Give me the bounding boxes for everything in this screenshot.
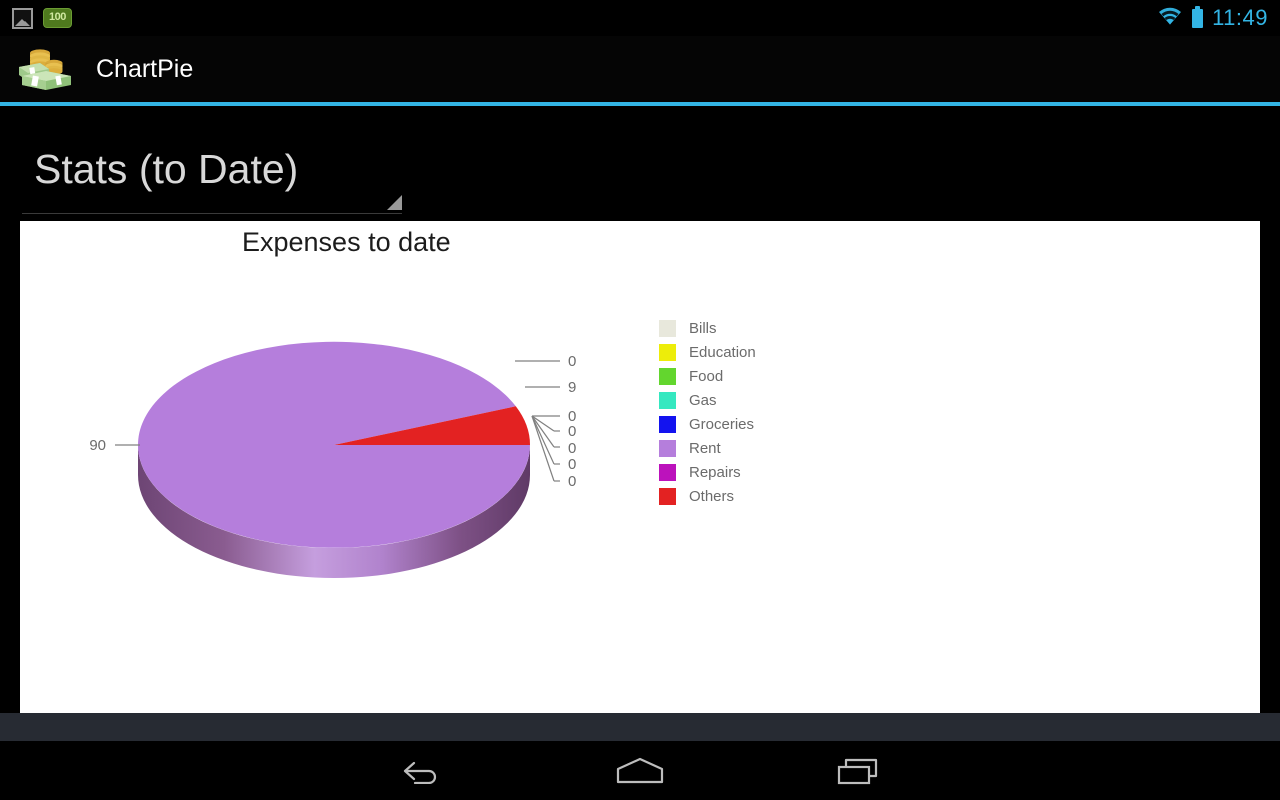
chart-legend: Bills Education Food Gas Groceries Rent [659, 316, 756, 508]
home-button[interactable] [565, 741, 715, 800]
battery-percent-badge: 100 [43, 8, 72, 28]
action-bar: ChartPie [0, 36, 1280, 102]
pie-label-zero-4: 0 [568, 456, 576, 473]
content-bottom-spacer [0, 713, 1280, 741]
legend-swatch-others [659, 487, 676, 505]
pie-label-others: 9 [568, 379, 576, 396]
status-bar-left: 100 [12, 7, 72, 29]
pie-label-zero-2: 0 [568, 423, 576, 440]
battery-icon [1192, 5, 1204, 28]
recents-button[interactable] [783, 741, 933, 800]
status-bar: 100 11:49 [0, 0, 1280, 36]
spinner-selected-value: Stats (to Date) [34, 146, 299, 192]
legend-item-food[interactable]: Food [659, 364, 756, 388]
legend-label-rent: Rent [689, 439, 721, 457]
pie-label-zero-3: 0 [568, 440, 576, 457]
app-title: ChartPie [96, 54, 194, 83]
legend-swatch-education [659, 343, 676, 361]
legend-swatch-gas [659, 391, 676, 409]
legend-swatch-bills [659, 319, 676, 337]
wifi-icon [1157, 6, 1183, 30]
accent-divider [0, 102, 1280, 106]
legend-swatch-groceries [659, 415, 676, 433]
legend-item-bills[interactable]: Bills [659, 316, 756, 340]
status-bar-right: 11:49 [1157, 5, 1268, 31]
legend-item-others[interactable]: Others [659, 484, 756, 508]
legend-label-others: Others [689, 487, 735, 505]
legend-swatch-rent [659, 439, 676, 457]
legend-item-education[interactable]: Education [659, 340, 756, 364]
legend-item-groceries[interactable]: Groceries [659, 412, 756, 436]
legend-label-education: Education [689, 343, 756, 361]
legend-item-rent[interactable]: Rent [659, 436, 756, 460]
android-screen: 100 11:49 ChartPie Stats (to Date) Expen… [0, 0, 1280, 800]
home-icon [616, 757, 664, 783]
legend-item-repairs[interactable]: Repairs [659, 460, 756, 484]
money-stack-icon [16, 45, 74, 93]
dropdown-triangle-icon [387, 195, 402, 210]
back-button[interactable] [347, 741, 497, 800]
navigation-bar [0, 741, 1280, 800]
status-bar-clock: 11:49 [1212, 5, 1268, 30]
pie-label-0-top: 0 [568, 353, 576, 370]
screenshot-notification-icon[interactable] [12, 7, 33, 29]
legend-label-gas: Gas [689, 391, 717, 409]
back-arrow-icon [403, 761, 437, 784]
legend-label-groceries: Groceries [689, 415, 755, 433]
chart-card: Expenses to date 90 0 9 0 0 0 0 0 Bills … [20, 221, 1260, 713]
legend-swatch-repairs [659, 463, 676, 481]
pie-label-rent: 90 [89, 437, 106, 454]
legend-label-repairs: Repairs [689, 463, 741, 481]
pie-chart[interactable]: 90 0 9 0 0 0 0 0 [20, 221, 1260, 713]
legend-item-gas[interactable]: Gas [659, 388, 756, 412]
pie-label-zero-5: 0 [568, 473, 576, 490]
recents-icon [837, 758, 878, 784]
legend-swatch-food [659, 367, 676, 385]
legend-label-food: Food [689, 367, 724, 385]
stats-period-spinner[interactable]: Stats (to Date) [22, 128, 402, 214]
legend-label-bills: Bills [689, 319, 717, 337]
